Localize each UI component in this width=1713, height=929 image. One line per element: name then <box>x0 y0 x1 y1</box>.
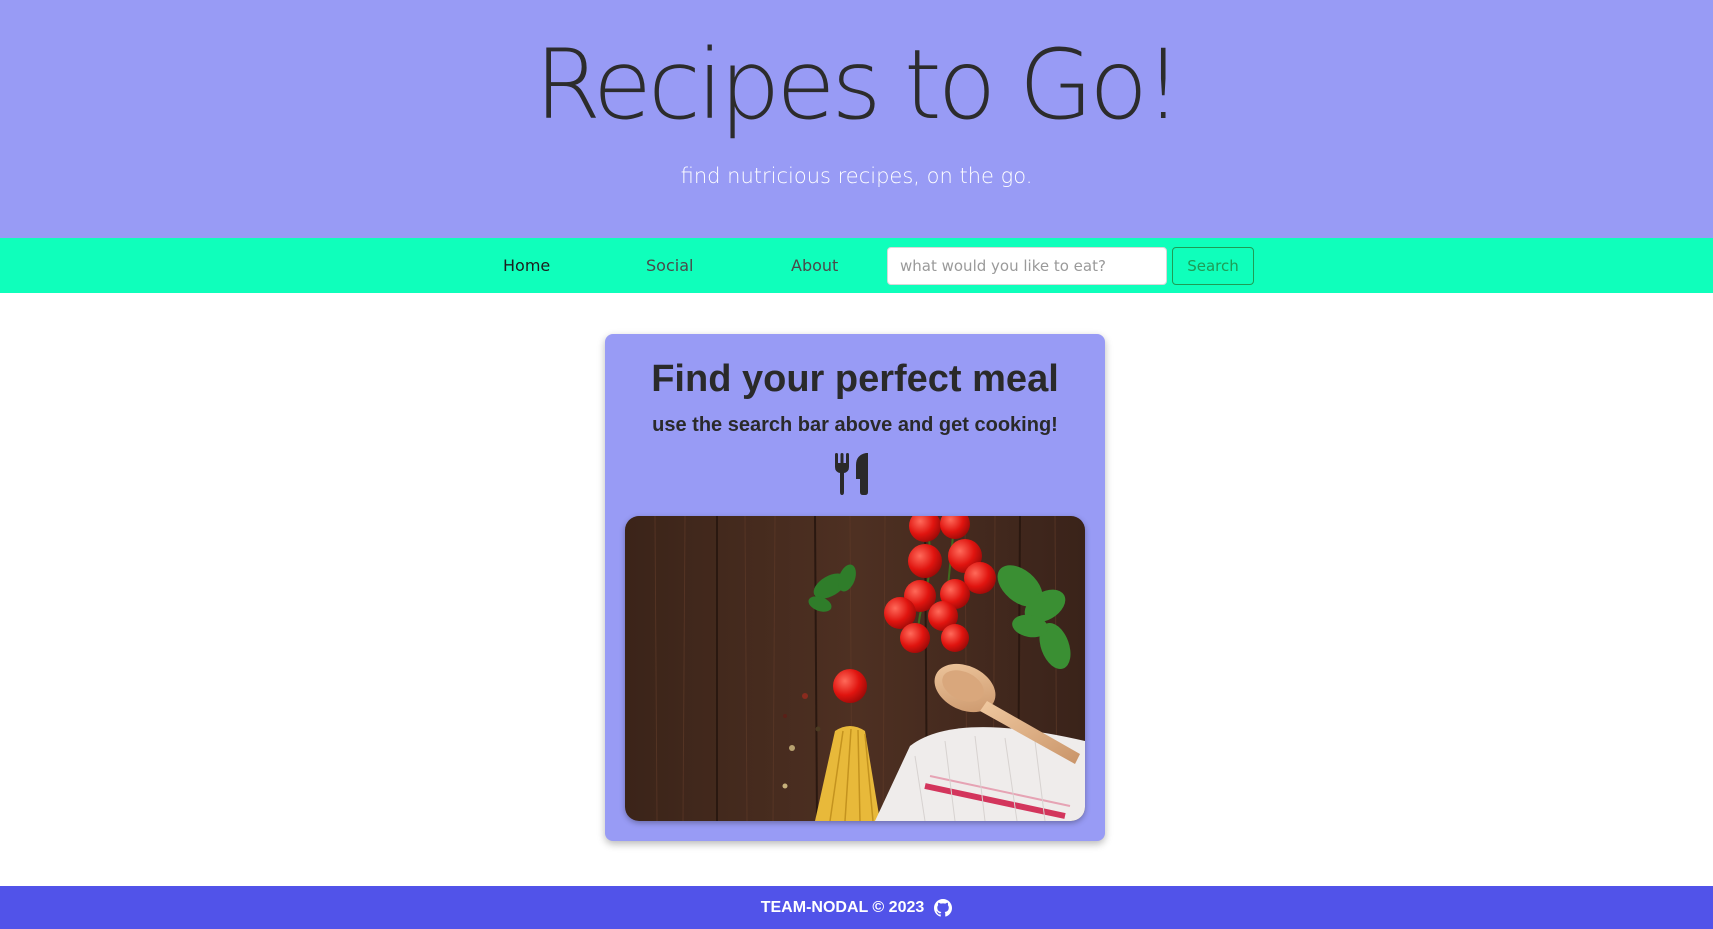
card-subtitle: use the search bar above and get cooking… <box>652 414 1058 436</box>
utensils-icon <box>835 453 868 495</box>
search-button[interactable]: Search <box>1172 247 1254 285</box>
card-title: Find your perfect meal <box>651 358 1059 400</box>
nav-link-social[interactable]: Social <box>646 238 693 293</box>
github-link[interactable] <box>932 898 953 917</box>
footer: TEAM-NODAL © 2023 <box>0 886 1713 929</box>
hero-card: Find your perfect meal use the search ba… <box>605 334 1105 841</box>
hero-header: Recipes to Go! find nutricious recipes, … <box>0 0 1713 238</box>
github-icon <box>934 898 953 917</box>
nav-link-home[interactable]: Home <box>503 238 550 293</box>
footer-copyright: TEAM-NODAL © 2023 <box>760 898 925 916</box>
food-photo <box>625 516 1085 821</box>
site-subtitle: find nutricious recipes, on the go. <box>680 164 1033 188</box>
navbar: Home Social About <box>0 238 1713 293</box>
search-input[interactable] <box>887 247 1167 285</box>
nav-link-about[interactable]: About <box>791 238 838 293</box>
site-title: Recipes to Go! <box>534 29 1183 141</box>
